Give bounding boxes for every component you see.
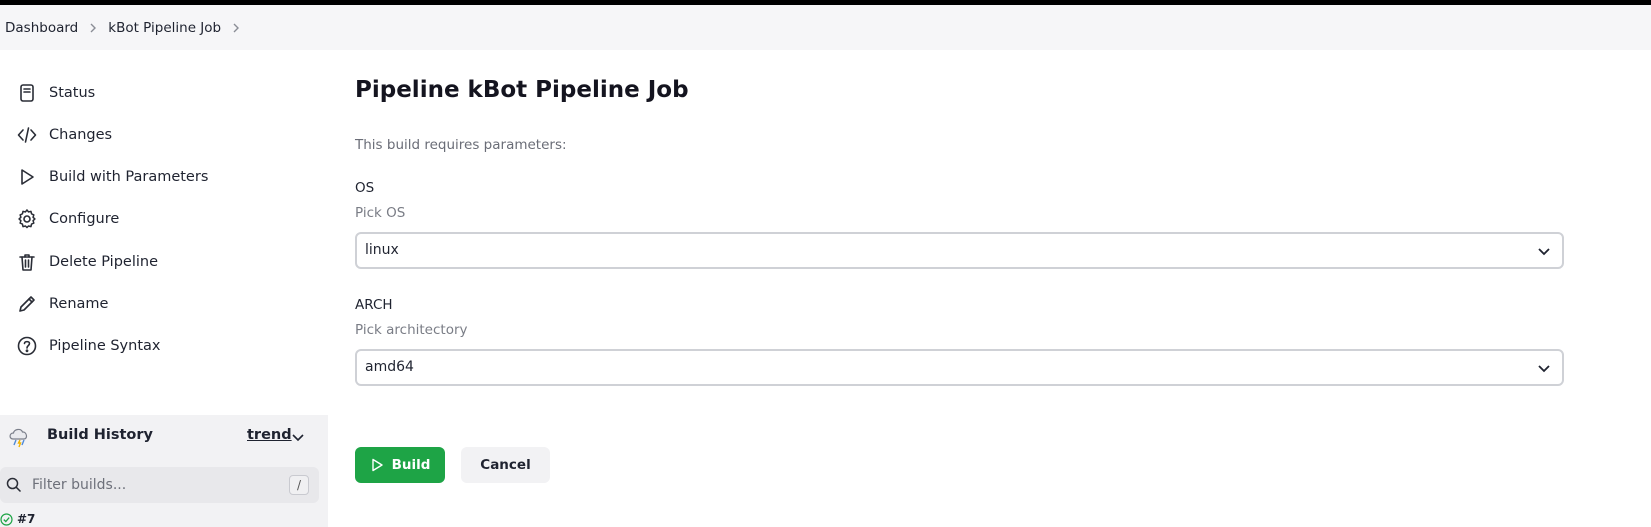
gear-icon — [16, 208, 38, 230]
sidebar-item-delete-pipeline[interactable]: Delete Pipeline — [0, 242, 320, 282]
help-circle-icon — [16, 335, 38, 357]
play-icon — [371, 458, 383, 472]
sidebar-item-pipeline-syntax[interactable]: Pipeline Syntax — [0, 326, 320, 366]
param-name-os: OS — [355, 180, 375, 196]
arch-select[interactable]: amd64 — [355, 349, 1564, 386]
build-button-label: Build — [391, 457, 431, 473]
sidebar-item-build-with-parameters[interactable]: Build with Parameters — [0, 157, 320, 197]
code-icon — [16, 124, 38, 146]
document-icon — [16, 82, 38, 104]
pencil-icon — [16, 293, 38, 315]
sidebar-item-changes[interactable]: Changes — [0, 115, 320, 155]
cancel-button-label: Cancel — [480, 457, 531, 473]
filter-builds-input[interactable] — [32, 473, 272, 497]
sidebar-item-configure[interactable]: Configure — [0, 199, 320, 239]
sidebar-item-rename[interactable]: Rename — [0, 284, 320, 324]
build-history-header: Build History trend — [0, 415, 328, 457]
breadcrumb-dashboard[interactable]: Dashboard — [5, 20, 78, 36]
build-button[interactable]: Build — [355, 447, 445, 483]
breadcrumb: Dashboard kBot Pipeline Job — [0, 5, 1651, 50]
sidebar-item-label: Delete Pipeline — [49, 254, 158, 270]
sidebar-item-label: Configure — [49, 211, 120, 227]
success-check-icon — [0, 512, 13, 526]
chevron-down-icon — [1538, 248, 1550, 256]
chevron-right-icon — [78, 20, 108, 35]
keyboard-shortcut-hint: / — [289, 475, 309, 495]
param-description-arch: Pick architectory — [355, 322, 468, 338]
arch-select-value: amd64 — [365, 359, 414, 375]
play-icon — [16, 166, 38, 188]
page-title: Pipeline kBot Pipeline Job — [355, 77, 689, 103]
weather-cloud-icon — [9, 428, 28, 448]
sidebar-item-label: Build with Parameters — [49, 169, 209, 185]
breadcrumb-job[interactable]: kBot Pipeline Job — [108, 20, 221, 36]
param-name-arch: ARCH — [355, 297, 393, 313]
build-history-title: Build History — [47, 427, 153, 443]
filter-builds-box: / — [0, 467, 319, 503]
build-history-panel: Build History trend / #7 — [0, 415, 328, 527]
chevron-right-icon[interactable] — [221, 20, 251, 35]
sidebar: Status Changes Build with Parameters Con… — [0, 50, 328, 527]
trend-link[interactable]: trend — [247, 427, 292, 443]
sidebar-item-label: Pipeline Syntax — [49, 338, 161, 354]
chevron-down-icon[interactable] — [290, 429, 306, 445]
os-select-value: linux — [365, 242, 399, 258]
trash-icon — [16, 251, 38, 273]
sidebar-item-status[interactable]: Status — [0, 73, 320, 113]
chevron-down-icon — [1538, 365, 1550, 373]
sidebar-item-label: Changes — [49, 127, 113, 143]
search-icon — [6, 477, 22, 493]
sidebar-item-label: Status — [49, 85, 96, 101]
param-description-os: Pick OS — [355, 205, 406, 221]
parameters-intro: This build requires parameters: — [355, 137, 567, 153]
cancel-button[interactable]: Cancel — [461, 447, 550, 483]
os-select[interactable]: linux — [355, 232, 1564, 269]
sidebar-item-label: Rename — [49, 296, 109, 312]
build-number: #7 — [17, 512, 36, 526]
build-list-item[interactable]: #7 — [0, 511, 35, 527]
